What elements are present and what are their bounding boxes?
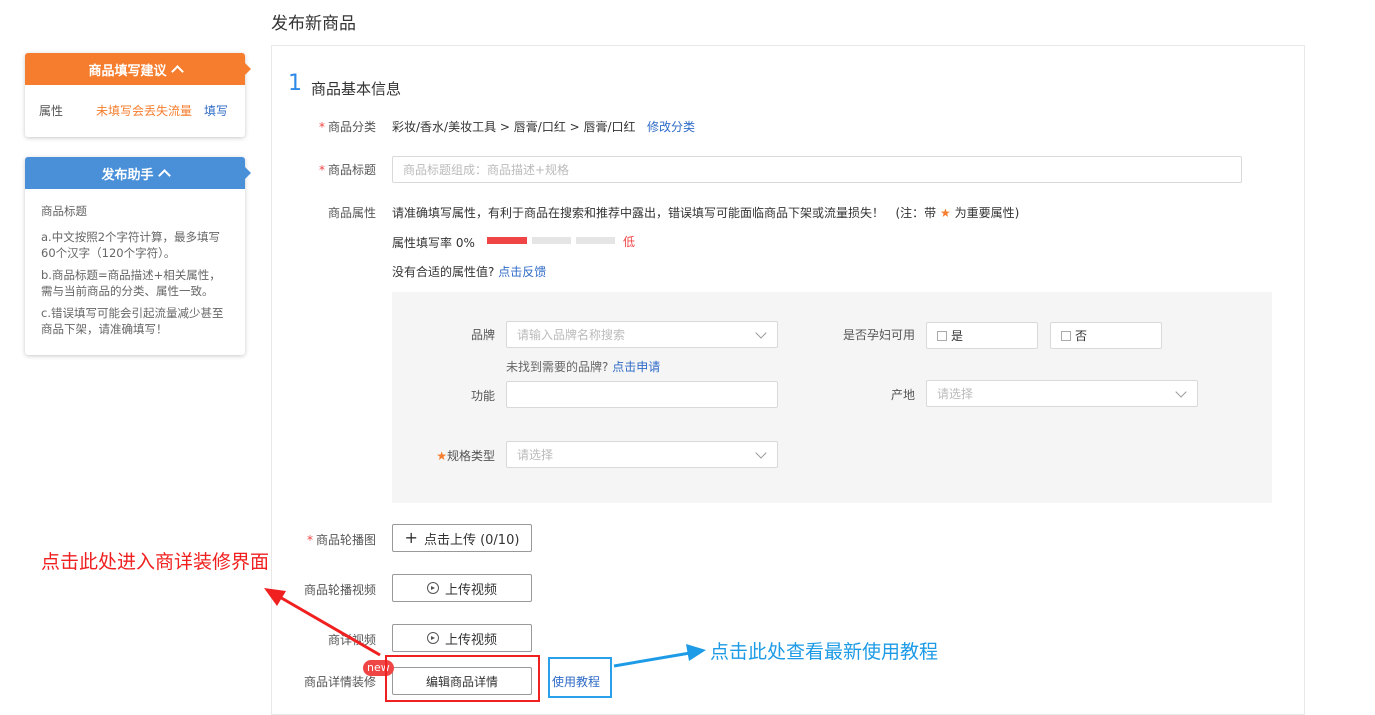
- annotation-arrows: [264, 588, 706, 668]
- blue-arrow: [613, 644, 706, 668]
- red-arrow: [264, 588, 381, 657]
